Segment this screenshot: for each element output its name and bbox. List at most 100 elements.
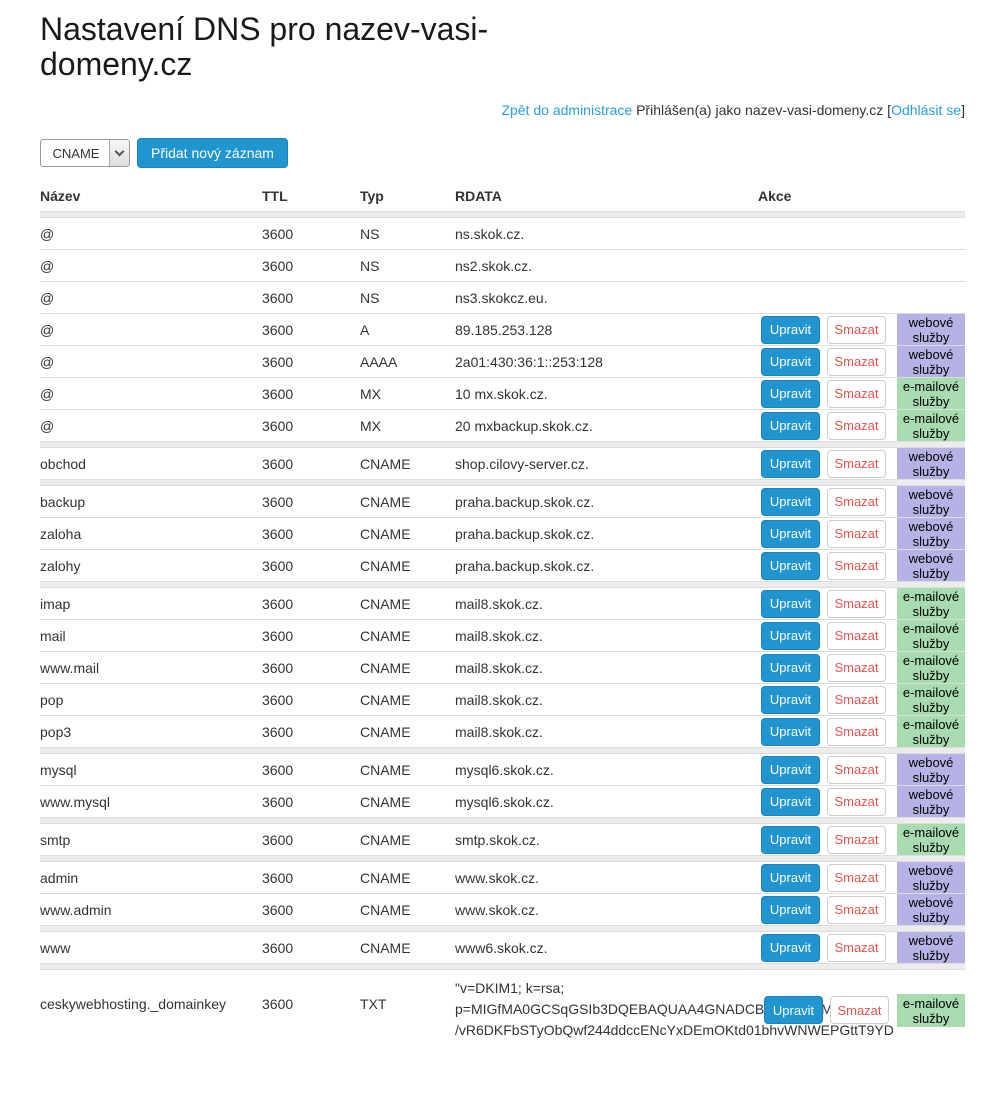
record-type: NS: [360, 290, 455, 306]
web-services-badge: webové služby: [897, 894, 965, 925]
page-container: Nastavení DNS pro nazev-vasi-domeny.cz Z…: [40, 12, 965, 1052]
record-ttl: 3600: [262, 290, 360, 306]
record-type: CNAME: [360, 940, 455, 956]
record-type: CNAME: [360, 724, 455, 740]
table-row: obchod3600CNAMEshop.cilovy-server.cz.Upr…: [40, 448, 965, 480]
action-buttons: UpravitSmazat: [758, 654, 897, 682]
record-badge-cell: webové služby: [897, 754, 965, 785]
delete-button[interactable]: Smazat: [827, 520, 886, 548]
delete-button[interactable]: Smazat: [827, 826, 886, 854]
edit-button[interactable]: Upravit: [761, 552, 820, 580]
record-actions: UpravitSmazat: [758, 788, 897, 816]
back-to-admin-link[interactable]: Zpět do administrace: [501, 102, 632, 118]
action-buttons: UpravitSmazat: [758, 488, 897, 516]
column-header-ttl: TTL: [262, 188, 360, 204]
web-services-badge: webové služby: [897, 486, 965, 517]
mail-services-badge: e-mailové služby: [897, 588, 965, 619]
record-badge-cell: webové služby: [897, 786, 965, 817]
record-type: MX: [360, 418, 455, 434]
edit-button[interactable]: Upravit: [761, 348, 820, 376]
edit-button[interactable]: Upravit: [761, 654, 820, 682]
record-name: @: [40, 322, 262, 338]
edit-button[interactable]: Upravit: [761, 934, 820, 962]
add-record-button[interactable]: Přidat nový záznam: [137, 138, 288, 168]
delete-button[interactable]: Smazat: [827, 450, 886, 478]
edit-button[interactable]: Upravit: [761, 718, 820, 746]
record-actions: UpravitSmazat: [758, 380, 897, 408]
table-row: www3600CNAMEwww6.skok.cz.UpravitSmazatwe…: [40, 932, 965, 964]
record-rdata: 89.185.253.128: [455, 322, 758, 338]
delete-button[interactable]: Smazat: [827, 488, 886, 516]
edit-button[interactable]: Upravit: [761, 488, 820, 516]
record-name: backup: [40, 494, 262, 510]
delete-button[interactable]: Smazat: [827, 590, 886, 618]
edit-button[interactable]: Upravit: [761, 756, 820, 784]
delete-button[interactable]: Smazat: [827, 348, 886, 376]
logout-link[interactable]: Odhlásit se: [891, 102, 961, 118]
record-badge-cell: [897, 250, 965, 281]
record-type: CNAME: [360, 628, 455, 644]
table-row: zaloha3600CNAMEpraha.backup.skok.cz.Upra…: [40, 518, 965, 550]
action-buttons: UpravitSmazat: [758, 686, 897, 714]
mail-services-badge: e-mailové služby: [897, 378, 965, 409]
record-type-select[interactable]: CNAME: [40, 139, 130, 167]
edit-button[interactable]: Upravit: [761, 686, 820, 714]
delete-button[interactable]: Smazat: [827, 896, 886, 924]
delete-button[interactable]: Smazat: [827, 412, 886, 440]
edit-button[interactable]: Upravit: [761, 864, 820, 892]
delete-button[interactable]: Smazat: [827, 788, 886, 816]
record-type: CNAME: [360, 494, 455, 510]
record-type: CNAME: [360, 558, 455, 574]
edit-button[interactable]: Upravit: [761, 788, 820, 816]
edit-button[interactable]: Upravit: [761, 450, 820, 478]
record-type: CNAME: [360, 794, 455, 810]
delete-button[interactable]: Smazat: [827, 718, 886, 746]
edit-button[interactable]: Upravit: [761, 316, 820, 344]
record-badge-cell: e-mailové služby: [897, 824, 965, 855]
record-type: AAAA: [360, 354, 455, 370]
record-ttl: 3600: [262, 660, 360, 676]
edit-button[interactable]: Upravit: [761, 412, 820, 440]
edit-button[interactable]: Upravit: [761, 896, 820, 924]
delete-button[interactable]: Smazat: [827, 654, 886, 682]
edit-button[interactable]: Upravit: [761, 520, 820, 548]
record-badge-cell: webové služby: [897, 346, 965, 377]
delete-button[interactable]: Smazat: [827, 316, 886, 344]
record-name: www.mail: [40, 660, 262, 676]
action-buttons: UpravitSmazat: [761, 996, 889, 1024]
delete-button[interactable]: Smazat: [827, 686, 886, 714]
record-actions: UpravitSmazat: [758, 450, 897, 478]
delete-button[interactable]: Smazat: [827, 756, 886, 784]
delete-button[interactable]: Smazat: [827, 380, 886, 408]
edit-button[interactable]: Upravit: [761, 826, 820, 854]
delete-button[interactable]: Smazat: [827, 934, 886, 962]
record-actions: UpravitSmazat: [758, 934, 897, 962]
record-badge-cell: [897, 282, 965, 313]
record-rdata: mail8.skok.cz.: [455, 692, 758, 708]
delete-button[interactable]: Smazat: [830, 996, 889, 1024]
record-badge-cell: webové služby: [897, 894, 965, 925]
record-actions: UpravitSmazat: [758, 718, 897, 746]
delete-button[interactable]: Smazat: [827, 864, 886, 892]
record-type: TXT: [360, 970, 455, 1012]
record-type: CNAME: [360, 526, 455, 542]
record-ttl: 3600: [262, 258, 360, 274]
record-badge-cell: webové služby: [897, 932, 965, 963]
edit-button[interactable]: Upravit: [761, 380, 820, 408]
delete-button[interactable]: Smazat: [827, 622, 886, 650]
record-badge-cell: webové služby: [897, 314, 965, 345]
table-row: @3600NSns2.skok.cz.: [40, 250, 965, 282]
delete-button[interactable]: Smazat: [827, 552, 886, 580]
edit-button[interactable]: Upravit: [764, 996, 823, 1024]
table-row: www.mysql3600CNAMEmysql6.skok.cz.Upravit…: [40, 786, 965, 818]
action-buttons: UpravitSmazat: [758, 826, 897, 854]
edit-button[interactable]: Upravit: [761, 590, 820, 618]
action-buttons: UpravitSmazat: [758, 552, 897, 580]
record-ttl: 3600: [262, 762, 360, 778]
record-ttl: 3600: [262, 456, 360, 472]
record-badge-cell: e-mailové služby: [897, 588, 965, 619]
record-name: ceskywebhosting._domainkey: [40, 970, 262, 1012]
record-name: mail: [40, 628, 262, 644]
table-row: pop33600CNAMEmail8.skok.cz.UpravitSmazat…: [40, 716, 965, 748]
edit-button[interactable]: Upravit: [761, 622, 820, 650]
